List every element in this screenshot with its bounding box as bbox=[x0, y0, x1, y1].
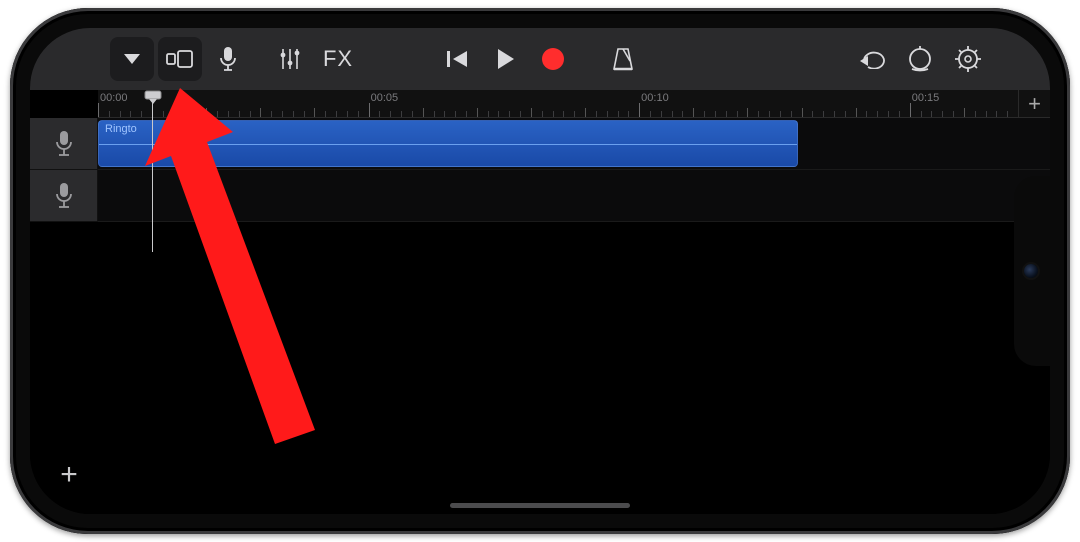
track-header[interactable] bbox=[30, 118, 98, 170]
ruler-label: 00:05 bbox=[371, 92, 399, 104]
home-indicator[interactable] bbox=[450, 503, 630, 508]
tracks-view-button[interactable] bbox=[158, 37, 202, 81]
mic-track-icon bbox=[55, 130, 73, 158]
settings-button[interactable] bbox=[946, 37, 990, 81]
add-track-button[interactable]: + bbox=[52, 458, 86, 492]
track-controls-button[interactable] bbox=[268, 37, 312, 81]
add-section-button[interactable]: + bbox=[1018, 90, 1050, 117]
fx-button[interactable]: FX bbox=[316, 37, 360, 81]
top-toolbar: FX bbox=[30, 28, 1050, 90]
loop-browser-button[interactable] bbox=[898, 37, 942, 81]
audio-region[interactable]: Ringto bbox=[98, 120, 798, 167]
region-label: Ringto bbox=[105, 123, 137, 135]
track-row[interactable]: Ringto bbox=[30, 118, 1050, 170]
ruler-label: 00:00 bbox=[100, 92, 128, 104]
phone-frame: FX bbox=[10, 8, 1070, 534]
undo-button[interactable] bbox=[850, 37, 894, 81]
track-row[interactable] bbox=[30, 170, 1050, 222]
metronome-button[interactable] bbox=[601, 37, 645, 81]
fx-label: FX bbox=[323, 46, 353, 72]
rewind-button[interactable] bbox=[435, 37, 479, 81]
phone-notch bbox=[1014, 176, 1050, 366]
microphone-button[interactable] bbox=[206, 37, 250, 81]
app-screen: FX bbox=[30, 28, 1050, 514]
play-button[interactable] bbox=[483, 37, 527, 81]
playhead-handle[interactable] bbox=[144, 90, 162, 104]
track-header[interactable] bbox=[30, 170, 98, 222]
region-waveform bbox=[99, 144, 797, 145]
ruler-label: 00:10 bbox=[641, 92, 669, 104]
mic-track-icon bbox=[55, 182, 73, 210]
record-button[interactable] bbox=[531, 37, 575, 81]
ruler-label: 00:15 bbox=[912, 92, 940, 104]
playhead-line bbox=[152, 102, 153, 252]
time-ruler[interactable]: 00:00 00:05 00:10 00:15 + bbox=[98, 90, 1050, 118]
tracks-area: Ringto bbox=[30, 118, 1050, 514]
my-songs-menu-button[interactable] bbox=[110, 37, 154, 81]
